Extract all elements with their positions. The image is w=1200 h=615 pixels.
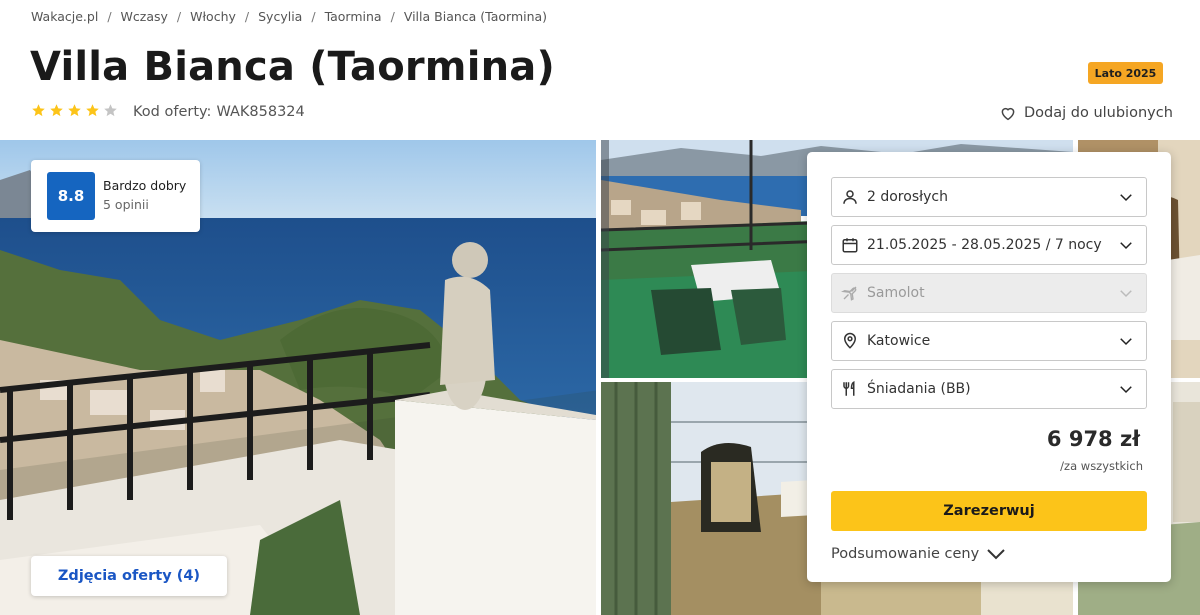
star-icon (104, 104, 117, 117)
transport-select: Samolot (831, 273, 1147, 313)
season-badge: Lato 2025 (1088, 62, 1163, 84)
star-icon (86, 104, 99, 117)
breadcrumb-item-taormina[interactable]: Taormina (325, 9, 382, 24)
transport-value: Samolot (867, 285, 925, 301)
board-value: Śniadania (BB) (867, 381, 971, 397)
person-icon (843, 190, 857, 204)
breadcrumb-item-wakacje[interactable]: Wakacje.pl (31, 9, 98, 24)
dates-value: 21.05.2025 - 28.05.2025 / 7 nocy (867, 237, 1102, 253)
rating-count[interactable]: 5 opinii (103, 197, 149, 212)
chevron-down-icon (1120, 338, 1132, 346)
chevron-down-icon (987, 549, 1005, 560)
breadcrumb-item-sycylia[interactable]: Sycylia (258, 9, 302, 24)
booking-panel: 2 dorosłych 21.05.2025 - 28.05.2025 / 7 … (807, 152, 1171, 582)
offer-photos-button[interactable]: Zdjęcia oferty (4) (31, 556, 227, 596)
price-summary-toggle[interactable]: Podsumowanie ceny (831, 546, 1007, 562)
rating-box[interactable]: 8.8 Bardzo dobry 5 opinii (31, 160, 200, 232)
star-icon (50, 104, 63, 117)
guests-value: 2 dorosłych (867, 189, 948, 205)
board-select[interactable]: Śniadania (BB) (831, 369, 1147, 409)
favorites-label: Dodaj do ulubionych (1024, 105, 1173, 121)
calendar-icon (842, 238, 858, 253)
breadcrumb-separator: / (311, 9, 316, 24)
breadcrumb-separator: / (107, 9, 112, 24)
book-button[interactable]: Zarezerwuj (831, 491, 1147, 531)
departure-value: Katowice (867, 333, 931, 349)
star-icon (68, 104, 81, 117)
breadcrumb-item-wlochy[interactable]: Włochy (190, 9, 236, 24)
chevron-down-icon (1120, 386, 1132, 394)
guests-select[interactable]: 2 dorosłych (831, 177, 1147, 217)
star-rating (31, 103, 118, 118)
breadcrumb-item-wczasy[interactable]: Wczasy (121, 9, 168, 24)
add-to-favorites-button[interactable]: Dodaj do ulubionych (999, 104, 1173, 122)
chevron-down-icon (1120, 290, 1132, 298)
breadcrumb-item-current: Villa Bianca (Taormina) (403, 9, 548, 24)
total-price: 6 978 zł (1046, 427, 1140, 451)
price-summary-label: Podsumowanie ceny (831, 546, 980, 562)
plane-icon (841, 286, 857, 301)
rating-score: 8.8 (47, 172, 95, 220)
chevron-down-icon (1120, 242, 1132, 250)
dates-select[interactable]: 21.05.2025 - 28.05.2025 / 7 nocy (831, 225, 1147, 265)
breadcrumb-separator: / (390, 9, 395, 24)
offer-code: Kod oferty: WAK858324 (133, 104, 305, 120)
breadcrumb-separator: / (176, 9, 182, 24)
offer-code-value: WAK858324 (216, 104, 305, 120)
breadcrumb: Wakacje.pl / Wczasy / Włochy / Sycylia /… (31, 9, 547, 24)
cutlery-icon (843, 381, 855, 396)
star-icon (32, 104, 45, 117)
page-title: Villa Bianca (Taormina) (30, 44, 555, 90)
breadcrumb-separator: / (244, 9, 250, 24)
offer-code-label: Kod oferty: (133, 104, 212, 120)
price-note: /za wszystkich (1060, 459, 1143, 473)
heart-icon (1001, 107, 1015, 121)
chevron-down-icon (1120, 194, 1132, 202)
departure-select[interactable]: Katowice (831, 321, 1147, 361)
rating-label: Bardzo dobry (103, 178, 187, 193)
location-pin-icon (843, 332, 857, 349)
